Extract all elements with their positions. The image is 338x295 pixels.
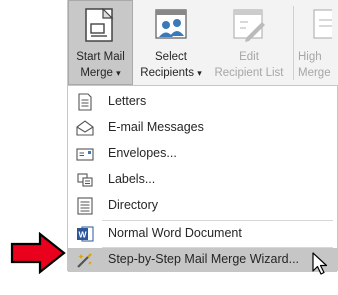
menu-item-email-messages[interactable]: E-mail Messages — [68, 115, 337, 141]
menu-item-label: Envelopes... — [108, 146, 177, 160]
menu-item-label: Letters — [108, 94, 147, 108]
select-recipients-button[interactable]: Select Recipients ▾ — [136, 0, 206, 85]
menu-item-label: Directory — [108, 198, 159, 212]
menu-item-letters[interactable]: Letters — [68, 89, 337, 115]
recipients-icon — [155, 9, 187, 39]
svg-text:W: W — [78, 230, 87, 240]
start-mail-merge-menu: Letters E-mail Messages Envelopes... Lab… — [67, 85, 338, 272]
directory-icon — [77, 197, 93, 215]
chevron-down-icon: ▾ — [116, 68, 121, 78]
labels-icon — [77, 173, 93, 187]
letter-icon — [78, 93, 92, 111]
word-icon: W — [77, 226, 94, 242]
menu-item-label: Normal Word Document — [108, 226, 242, 240]
highlight-merge-fields-button[interactable]: High Merge — [296, 0, 338, 85]
start-mail-merge-label-2: Merge — [80, 67, 113, 79]
menu-item-label: E-mail Messages — [108, 120, 204, 134]
edit-list-icon — [233, 9, 265, 42]
wizard-icon — [77, 253, 92, 268]
menu-item-labels[interactable]: Labels... — [68, 167, 337, 193]
select-recipients-label-2: Recipients — [140, 67, 194, 79]
edit-recipient-list-label-2: Recipient List — [214, 67, 284, 79]
menu-item-envelopes[interactable]: Envelopes... — [68, 141, 337, 167]
red-arrow-icon — [10, 232, 66, 274]
menu-item-directory[interactable]: Directory — [68, 193, 337, 219]
menu-item-label: Step-by-Step Mail Merge Wizard... — [108, 252, 300, 266]
highlight-label-2: Merge — [298, 67, 331, 79]
mouse-cursor-icon — [312, 252, 328, 275]
menu-item-label: Labels... — [108, 172, 156, 186]
edit-recipient-list-button[interactable]: Edit Recipient List — [208, 0, 290, 85]
envelope-icon — [76, 148, 94, 161]
select-recipients-label-1: Select — [155, 51, 187, 63]
highlight-label-1: High — [298, 51, 322, 63]
document-merge-icon — [85, 8, 114, 42]
edit-recipient-list-label-1: Edit — [239, 51, 259, 63]
menu-item-step-by-step-wizard[interactable]: Step-by-Step Mail Merge Wizard... — [68, 248, 337, 272]
envelope-open-icon — [76, 120, 94, 136]
start-mail-merge-button[interactable]: Start Mail Merge ▾ — [68, 0, 133, 85]
mailings-ribbon: Start Mail Merge ▾ Select Recipients ▾ E… — [67, 0, 338, 85]
highlight-icon — [313, 9, 332, 39]
ribbon-separator — [293, 6, 294, 80]
chevron-down-icon: ▾ — [197, 68, 202, 78]
menu-item-normal-word-document[interactable]: W Normal Word Document — [68, 221, 337, 247]
start-mail-merge-label-1: Start Mail — [76, 51, 125, 63]
